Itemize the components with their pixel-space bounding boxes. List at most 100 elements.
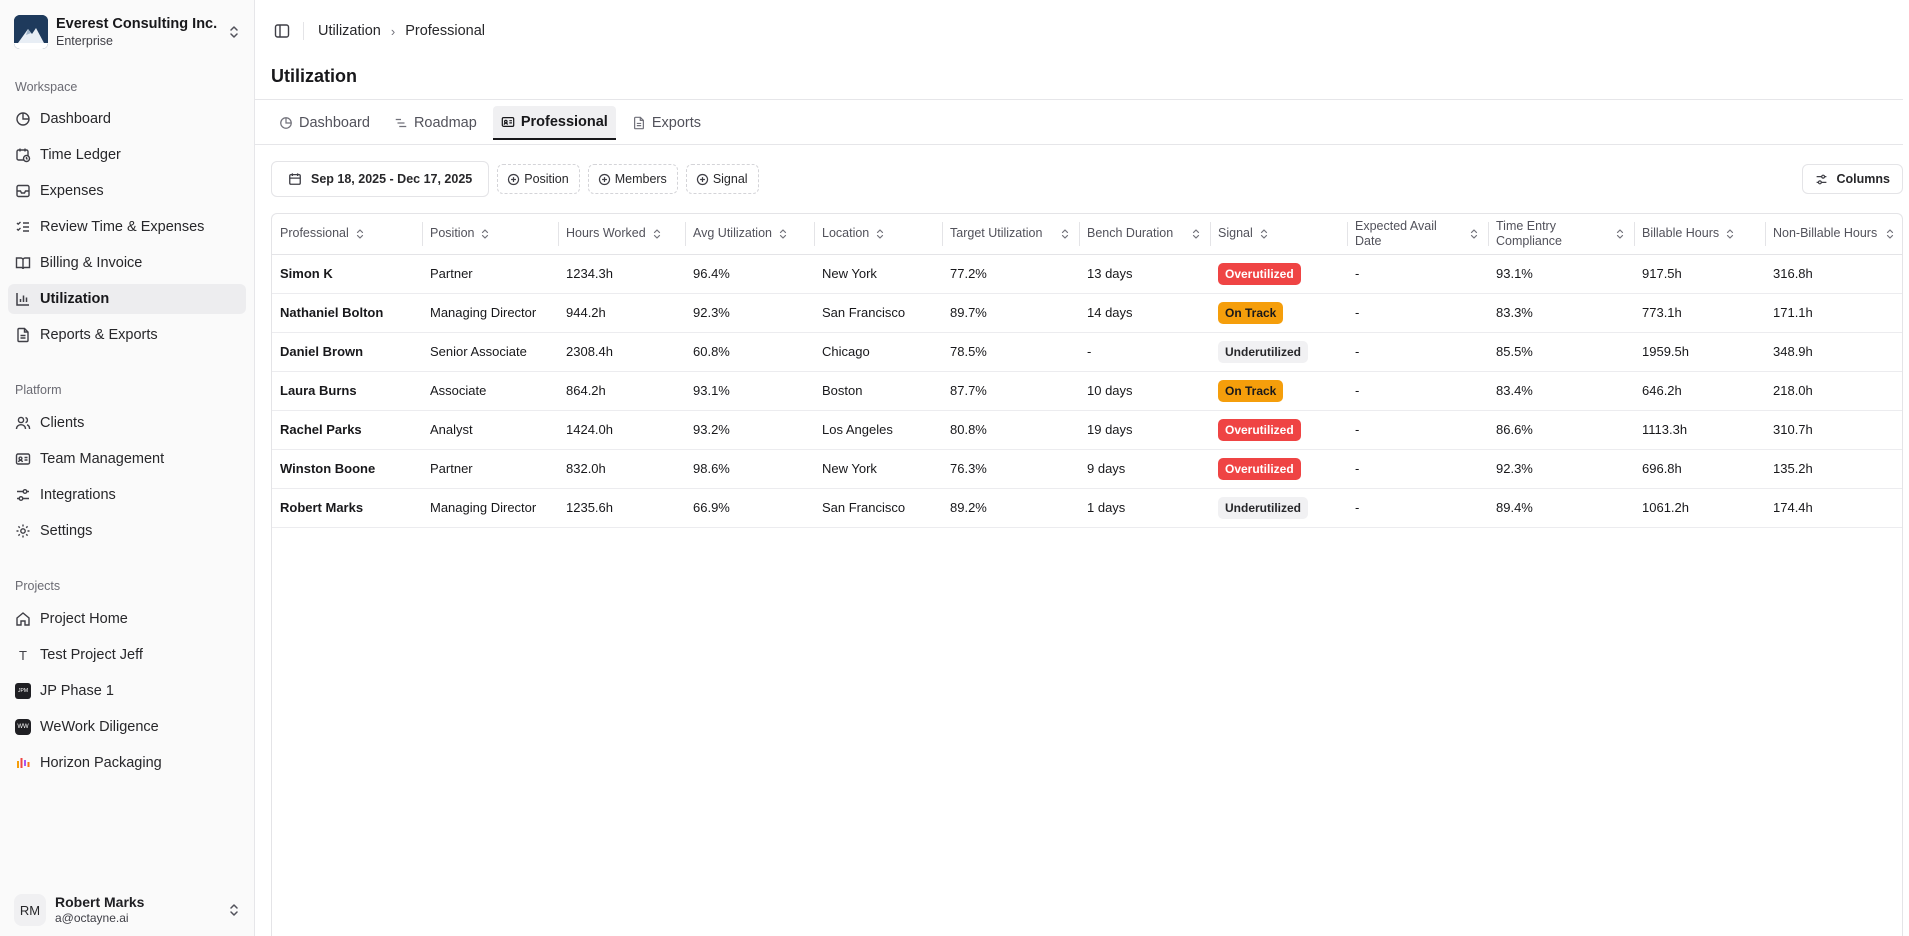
sidebar-item-project-home[interactable]: Project Home (8, 604, 246, 634)
column-header[interactable]: Location (814, 214, 942, 255)
sort-icon (1886, 229, 1894, 239)
table-cell: 696.8h (1634, 449, 1765, 489)
column-header[interactable]: Avg Utilization (685, 214, 814, 255)
table-cell: 93.1% (1488, 254, 1634, 294)
tab-exports[interactable]: Exports (624, 106, 709, 140)
user-menu[interactable]: RM Robert Marks a@octayne.ai (14, 892, 242, 928)
sidebar-item-horizon-packaging[interactable]: Horizon Packaging (8, 748, 246, 778)
sidebar-item-dashboard[interactable]: Dashboard (8, 104, 246, 134)
table-cell: 83.3% (1488, 293, 1634, 333)
sort-icon (877, 229, 884, 239)
table-cell: 1061.2h (1634, 488, 1765, 528)
sort-icon (1260, 229, 1267, 239)
avatar: RM (14, 894, 46, 926)
column-header[interactable]: Professional (272, 214, 422, 255)
column-header[interactable]: Time Entry Compliance (1488, 214, 1634, 255)
table-cell: 864.2h (558, 371, 685, 411)
sidebar-item-billing-invoice[interactable]: Billing & Invoice (8, 248, 246, 278)
column-header-label: Non-Billable Hours (1773, 226, 1878, 241)
signal-badge: Overutilized (1218, 457, 1301, 480)
table-cell: 174.4h (1765, 488, 1902, 528)
table-header-row: Professional Position Hours Worked Avg Util… (272, 214, 1902, 255)
sidebar-item-label: Project Home (40, 611, 128, 627)
table-cell: 89.7% (942, 293, 1079, 333)
signal-badge: Underutilized (1218, 340, 1309, 363)
sidebar-item-expenses[interactable]: Expenses (8, 176, 246, 206)
id-card-icon (501, 115, 515, 129)
table-cell: 1424.0h (558, 410, 685, 450)
sidebar-item-wework-diligence[interactable]: WW WeWork Diligence (8, 712, 246, 742)
column-header[interactable]: Hours Worked (558, 214, 685, 255)
table-cell: 87.7% (942, 371, 1079, 411)
filter-chip-label: Position (524, 172, 569, 186)
project-badge: WW (15, 719, 31, 735)
column-header[interactable]: Bench Duration (1079, 214, 1210, 255)
sidebar-item-label: Test Project Jeff (40, 647, 143, 663)
table-row[interactable]: Winston Boone Partner 832.0h 98.6% New York 7… (272, 449, 1902, 489)
org-switcher[interactable]: Everest Consulting Inc. Enterprise (14, 14, 242, 50)
column-header-label: Location (822, 226, 870, 241)
sidebar-item-review-time-expenses[interactable]: Review Time & Expenses (8, 212, 246, 242)
sidebar-item-integrations[interactable]: Integrations (8, 480, 246, 510)
column-header[interactable]: Non-Billable Hours (1765, 214, 1902, 255)
columns-button[interactable]: Columns (1801, 164, 1903, 194)
plus-circle-icon (598, 173, 611, 186)
sidebar-item-utilization[interactable]: Utilization (8, 284, 246, 314)
sidebar-item-jp-phase-1[interactable]: JPM JP Phase 1 (8, 676, 246, 706)
table-row[interactable]: Robert Marks Managing Director 1235.6h 66.9… (272, 488, 1902, 528)
table-cell: 89.4% (1488, 488, 1634, 528)
sidebar-item-clients[interactable]: Clients (8, 408, 246, 438)
sidebar-item-test-project-jeff[interactable]: T Test Project Jeff (8, 640, 246, 670)
id-card-icon (15, 451, 31, 467)
table-cell: - (1347, 410, 1488, 450)
org-logo (14, 15, 48, 49)
plus-circle-icon (507, 173, 520, 186)
sidebar-item-team-management[interactable]: Team Management (8, 444, 246, 474)
sidebar-item-label: Utilization (40, 291, 110, 307)
table-cell: 1 days (1079, 488, 1210, 528)
table-cell: 76.3% (942, 449, 1079, 489)
table-cell: Nathaniel Bolton (272, 293, 422, 333)
column-header-label: Signal (1218, 226, 1253, 241)
column-header[interactable]: Expected Avail Date (1347, 214, 1488, 255)
column-header-label: Target Utilization (950, 226, 1043, 241)
breadcrumb-parent[interactable]: Utilization (318, 23, 381, 39)
table-cell: 93.1% (685, 371, 814, 411)
tab-professional[interactable]: Professional (492, 106, 616, 140)
list-check-icon (15, 219, 31, 235)
tab-roadmap[interactable]: Roadmap (386, 106, 485, 140)
table-cell: 9 days (1079, 449, 1210, 489)
sidebar-item-reports-exports[interactable]: Reports & Exports (8, 320, 246, 350)
table-row[interactable]: Daniel Brown Senior Associate 2308.4h 60.8%… (272, 332, 1902, 372)
sidebar: Everest Consulting Inc. Enterprise Works… (0, 0, 255, 936)
column-header[interactable]: Position (422, 214, 558, 255)
date-range-picker[interactable]: Sep 18, 2025 - Dec 17, 2025 (271, 161, 490, 197)
table-cell: Overutilized (1210, 254, 1347, 294)
breadcrumb: Utilization › Professional (318, 23, 485, 39)
sidebar-item-settings[interactable]: Settings (8, 516, 246, 546)
table-row[interactable]: Laura Burns Associate 864.2h 93.1% Boston 87.… (272, 371, 1902, 411)
workspace-section-label: Workspace (15, 80, 78, 94)
filter-chip-members[interactable]: Members (587, 164, 678, 194)
sidebar-toggle-icon[interactable] (273, 22, 291, 40)
tab-dashboard[interactable]: Dashboard (271, 106, 378, 140)
sidebar-item-label: Time Ledger (40, 147, 121, 163)
chevrons-up-down-icon (230, 904, 238, 916)
sidebar-item-time-ledger[interactable]: Time Ledger (8, 140, 246, 170)
column-header[interactable]: Target Utilization (942, 214, 1079, 255)
table-cell: Managing Director (422, 488, 558, 528)
table-row[interactable]: Simon K Partner 1234.3h 96.4% New York 77.2% 1… (272, 254, 1902, 294)
table-cell: San Francisco (814, 488, 942, 528)
table-row[interactable]: Rachel Parks Analyst 1424.0h 93.2% Los Angel… (272, 410, 1902, 450)
filter-chip-position[interactable]: Position (497, 164, 580, 194)
filter-chip-signal[interactable]: Signal (685, 164, 759, 194)
column-header[interactable]: Signal (1210, 214, 1347, 255)
table-row[interactable]: Nathaniel Bolton Managing Director 944.2h 9… (272, 293, 1902, 333)
column-header[interactable]: Billable Hours (1634, 214, 1765, 255)
gantt-icon (394, 116, 408, 130)
file-text-icon (632, 116, 646, 130)
user-email: a@octayne.ai (55, 911, 129, 925)
signal-badge: On Track (1218, 379, 1284, 402)
pie-chart-icon (15, 111, 31, 127)
table-cell: 83.4% (1488, 371, 1634, 411)
